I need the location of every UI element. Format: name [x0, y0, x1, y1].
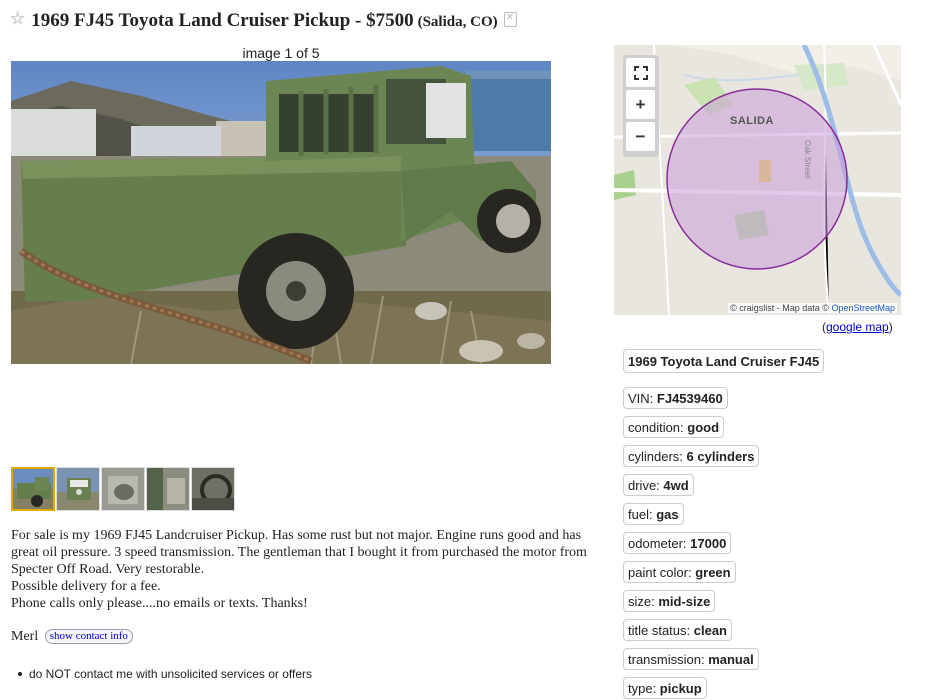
zoom-in-button[interactable]: +: [626, 90, 655, 119]
hide-posting-icon[interactable]: [503, 12, 517, 27]
posting-location: (Salida, CO): [417, 14, 498, 30]
map-city-label: SALIDA: [730, 115, 774, 127]
thumbnail-3[interactable]: [101, 467, 145, 511]
attr-transmission: transmission: manual: [623, 648, 759, 670]
body-paragraph: Phone calls only please....no emails or …: [11, 596, 308, 611]
body-paragraph: Possible delivery for a fee.: [11, 579, 161, 594]
map-attribution: © craigslist - Map data © OpenStreetMap: [728, 303, 897, 313]
posting-title: ☆ 1969 FJ45 Toyota Land Cruiser Pickup - …: [10, 9, 940, 35]
map-street-label: Oak Street: [803, 140, 812, 179]
show-contact-info-button[interactable]: show contact info: [44, 629, 133, 644]
truck-photo-image: [11, 61, 551, 364]
attr-condition: condition: good: [623, 416, 725, 438]
attr-odometer: odometer: 17000: [623, 532, 732, 554]
attr-vin: VIN: FJ4539460: [623, 387, 728, 409]
map-attribution-text: © craigslist - Map data ©: [730, 303, 829, 313]
notice-text: do NOT contact me with unsolicited servi…: [29, 667, 313, 681]
thumbnail-5[interactable]: [191, 467, 235, 511]
zoom-out-button[interactable]: −: [626, 122, 655, 151]
attr-title-status: title status: clean: [623, 619, 732, 641]
map-controls: + −: [623, 55, 659, 157]
google-map-link-wrapper: (google map): [822, 320, 893, 334]
attr-drive: drive: 4wd: [623, 474, 694, 496]
location-map[interactable]: + − SALIDA Oak Street © craigslist - Map…: [614, 45, 901, 315]
attr-type: type: pickup: [623, 677, 707, 699]
posting-body: For sale is my 1969 FJ45 Landcruiser Pic…: [11, 527, 611, 612]
attr-size: size: mid-size: [623, 590, 716, 612]
contact-name: Merl: [11, 629, 39, 644]
contact-row: Merl show contact info: [11, 629, 133, 645]
image-counter: image 1 of 5: [242, 45, 320, 61]
bullet-icon: [18, 672, 22, 676]
main-photo[interactable]: [11, 61, 551, 364]
favorite-star-icon[interactable]: ☆: [10, 9, 25, 29]
openstreetmap-link[interactable]: OpenStreetMap: [831, 303, 895, 313]
body-paragraph: For sale is my 1969 FJ45 Landcruiser Pic…: [11, 528, 587, 577]
vehicle-title-badge: 1969 Toyota Land Cruiser FJ45: [623, 349, 825, 373]
fullscreen-icon[interactable]: [626, 58, 655, 87]
thumbnail-4[interactable]: [146, 467, 190, 511]
posting-title-text: 1969 FJ45 Toyota Land Cruiser Pickup - $…: [31, 10, 414, 31]
attr-fuel: fuel: gas: [623, 503, 684, 525]
thumbnail-1[interactable]: [11, 467, 55, 511]
notice-list-item: do NOT contact me with unsolicited servi…: [18, 667, 312, 681]
thumbnail-2[interactable]: [56, 467, 100, 511]
attr-paint-color: paint color: green: [623, 561, 736, 583]
attr-cylinders: cylinders: 6 cylinders: [623, 445, 760, 467]
google-map-link[interactable]: google map: [826, 320, 889, 334]
